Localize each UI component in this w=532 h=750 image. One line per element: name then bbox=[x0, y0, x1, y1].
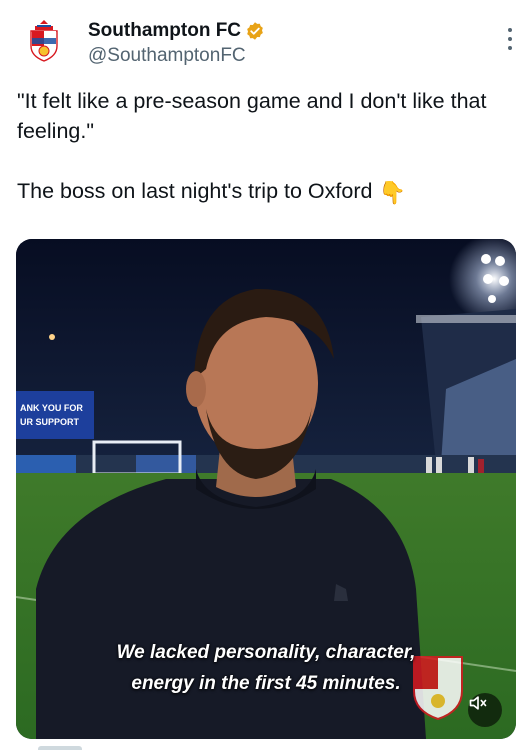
next-item-peek bbox=[38, 746, 82, 750]
verified-badge-icon bbox=[247, 22, 263, 40]
post-description-text: The boss on last night's trip to Oxford bbox=[17, 179, 373, 203]
video-player[interactable]: ANK YOU FOR UR SUPPORT We lacked persona… bbox=[16, 239, 516, 739]
post-text: "It felt like a pre-season game and I do… bbox=[17, 86, 515, 208]
author-info: Southampton FC @SouthamptonFC bbox=[88, 20, 265, 67]
svg-text:ANK YOU FOR: ANK YOU FOR bbox=[20, 403, 83, 413]
author-handle[interactable]: @SouthamptonFC bbox=[88, 45, 265, 67]
video-frame: ANK YOU FOR UR SUPPORT bbox=[16, 239, 516, 739]
mute-button[interactable] bbox=[468, 693, 502, 727]
pointing-down-emoji: 👇 bbox=[378, 180, 406, 205]
author-name[interactable]: Southampton FC bbox=[88, 20, 241, 42]
video-caption-line1: We lacked personality, character, bbox=[116, 642, 416, 663]
club-crest-icon bbox=[20, 16, 68, 64]
post-quote: "It felt like a pre-season game and I do… bbox=[17, 89, 493, 143]
author-avatar[interactable] bbox=[20, 16, 68, 64]
speaker-muted-icon bbox=[469, 696, 487, 710]
tweet: Southampton FC @SouthamptonFC "It felt l… bbox=[0, 0, 532, 750]
post-description: The boss on last night's trip to Oxford 👇 bbox=[17, 176, 515, 208]
video-caption-line2: energy in the first 45 minutes. bbox=[131, 673, 401, 694]
svg-text:UR SUPPORT: UR SUPPORT bbox=[20, 417, 80, 427]
more-options-icon[interactable] bbox=[506, 28, 514, 50]
